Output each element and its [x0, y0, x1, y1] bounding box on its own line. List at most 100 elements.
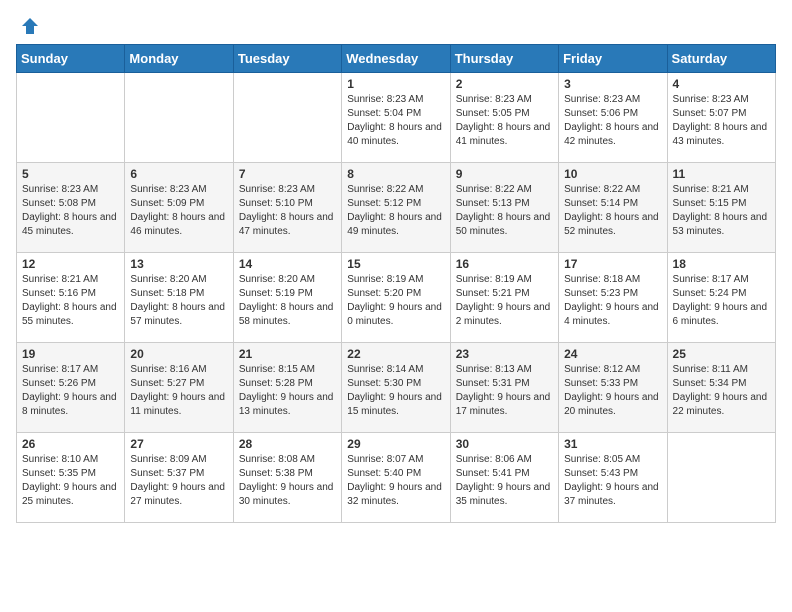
day-info: Sunrise: 8:06 AMSunset: 5:41 PMDaylight:… — [456, 453, 553, 509]
calendar-cell: 28 Sunrise: 8:08 AMSunset: 5:38 PMDayligh… — [233, 433, 341, 523]
calendar-cell: 1 Sunrise: 8:23 AMSunset: 5:04 PMDaylight… — [342, 73, 450, 163]
calendar-cell: 6 Sunrise: 8:23 AMSunset: 5:09 PMDaylight… — [125, 163, 233, 253]
calendar-cell — [233, 73, 341, 163]
calendar-week-row: 12 Sunrise: 8:21 AMSunset: 5:16 PMDayligh… — [17, 253, 776, 343]
day-number: 30 — [456, 437, 553, 451]
calendar-cell: 9 Sunrise: 8:22 AMSunset: 5:13 PMDaylight… — [450, 163, 558, 253]
calendar-cell: 19 Sunrise: 8:17 AMSunset: 5:26 PMDayligh… — [17, 343, 125, 433]
calendar-cell: 13 Sunrise: 8:20 AMSunset: 5:18 PMDayligh… — [125, 253, 233, 343]
calendar-week-row: 19 Sunrise: 8:17 AMSunset: 5:26 PMDayligh… — [17, 343, 776, 433]
calendar-cell: 15 Sunrise: 8:19 AMSunset: 5:20 PMDayligh… — [342, 253, 450, 343]
day-info: Sunrise: 8:23 AMSunset: 5:10 PMDaylight:… — [239, 183, 336, 239]
calendar-cell: 25Sunrise: 8:11 AMSunset: 5:34 PMDayligh… — [667, 343, 775, 433]
day-number: 19 — [22, 347, 119, 361]
day-number: 5 — [22, 167, 119, 181]
day-info: Sunrise: 8:22 AMSunset: 5:12 PMDaylight:… — [347, 183, 444, 239]
day-number: 9 — [456, 167, 553, 181]
day-number: 31 — [564, 437, 661, 451]
day-number: 2 — [456, 77, 553, 91]
calendar-cell: 18 Sunrise: 8:17 AMSunset: 5:24 PMDayligh… — [667, 253, 775, 343]
page-header — [16, 16, 776, 36]
calendar-cell: 4 Sunrise: 8:23 AMSunset: 5:07 PMDaylight… — [667, 73, 775, 163]
calendar-cell: 11 Sunrise: 8:21 AMSunset: 5:15 PMDayligh… — [667, 163, 775, 253]
day-info: Sunrise: 8:10 AMSunset: 5:35 PMDaylight:… — [22, 453, 119, 509]
day-info: Sunrise: 8:18 AMSunset: 5:23 PMDaylight:… — [564, 273, 661, 329]
day-number: 28 — [239, 437, 336, 451]
day-info: Sunrise: 8:23 AMSunset: 5:05 PMDaylight:… — [456, 93, 553, 149]
day-info: Sunrise: 8:23 AMSunset: 5:04 PMDaylight:… — [347, 93, 444, 149]
calendar-cell: 31Sunrise: 8:05 AMSunset: 5:43 PMDayligh… — [559, 433, 667, 523]
day-number: 25 — [673, 347, 770, 361]
calendar-cell: 27 Sunrise: 8:09 AMSunset: 5:37 PMDayligh… — [125, 433, 233, 523]
day-number: 27 — [130, 437, 227, 451]
header-tuesday: Tuesday — [233, 45, 341, 73]
day-number: 20 — [130, 347, 227, 361]
header-wednesday: Wednesday — [342, 45, 450, 73]
day-info: Sunrise: 8:09 AMSunset: 5:37 PMDaylight:… — [130, 453, 227, 509]
day-number: 17 — [564, 257, 661, 271]
header-thursday: Thursday — [450, 45, 558, 73]
day-number: 22 — [347, 347, 444, 361]
calendar-cell: 3 Sunrise: 8:23 AMSunset: 5:06 PMDaylight… — [559, 73, 667, 163]
day-info: Sunrise: 8:20 AMSunset: 5:18 PMDaylight:… — [130, 273, 227, 329]
header-sunday: Sunday — [17, 45, 125, 73]
day-info: Sunrise: 8:08 AMSunset: 5:38 PMDaylight:… — [239, 453, 336, 509]
calendar-cell: 30 Sunrise: 8:06 AMSunset: 5:41 PMDayligh… — [450, 433, 558, 523]
day-number: 15 — [347, 257, 444, 271]
logo-icon — [20, 16, 40, 36]
day-info: Sunrise: 8:22 AMSunset: 5:13 PMDaylight:… — [456, 183, 553, 239]
day-number: 11 — [673, 167, 770, 181]
calendar-cell: 21Sunrise: 8:15 AMSunset: 5:28 PMDayligh… — [233, 343, 341, 433]
day-number: 1 — [347, 77, 444, 91]
calendar-cell: 8 Sunrise: 8:22 AMSunset: 5:12 PMDaylight… — [342, 163, 450, 253]
calendar-cell: 17 Sunrise: 8:18 AMSunset: 5:23 PMDayligh… — [559, 253, 667, 343]
day-number: 10 — [564, 167, 661, 181]
calendar-week-row: 5 Sunrise: 8:23 AMSunset: 5:08 PMDaylight… — [17, 163, 776, 253]
calendar-cell: 7Sunrise: 8:23 AMSunset: 5:10 PMDaylight… — [233, 163, 341, 253]
day-info: Sunrise: 8:23 AMSunset: 5:06 PMDaylight:… — [564, 93, 661, 149]
day-number: 3 — [564, 77, 661, 91]
day-info: Sunrise: 8:07 AMSunset: 5:40 PMDaylight:… — [347, 453, 444, 509]
day-info: Sunrise: 8:17 AMSunset: 5:26 PMDaylight:… — [22, 363, 119, 419]
logo — [16, 16, 40, 36]
day-info: Sunrise: 8:19 AMSunset: 5:21 PMDaylight:… — [456, 273, 553, 329]
calendar-cell: 22 Sunrise: 8:14 AMSunset: 5:30 PMDayligh… — [342, 343, 450, 433]
calendar-cell: 14 Sunrise: 8:20 AMSunset: 5:19 PMDayligh… — [233, 253, 341, 343]
day-number: 26 — [22, 437, 119, 451]
day-info: Sunrise: 8:22 AMSunset: 5:14 PMDaylight:… — [564, 183, 661, 239]
calendar-cell — [667, 433, 775, 523]
day-info: Sunrise: 8:17 AMSunset: 5:24 PMDaylight:… — [673, 273, 770, 329]
day-info: Sunrise: 8:20 AMSunset: 5:19 PMDaylight:… — [239, 273, 336, 329]
day-number: 12 — [22, 257, 119, 271]
day-info: Sunrise: 8:21 AMSunset: 5:16 PMDaylight:… — [22, 273, 119, 329]
calendar-cell — [125, 73, 233, 163]
calendar-cell: 5 Sunrise: 8:23 AMSunset: 5:08 PMDaylight… — [17, 163, 125, 253]
calendar-table: SundayMondayTuesdayWednesdayThursdayFrid… — [16, 44, 776, 523]
day-number: 29 — [347, 437, 444, 451]
day-number: 16 — [456, 257, 553, 271]
day-info: Sunrise: 8:14 AMSunset: 5:30 PMDaylight:… — [347, 363, 444, 419]
day-number: 8 — [347, 167, 444, 181]
day-number: 13 — [130, 257, 227, 271]
day-number: 23 — [456, 347, 553, 361]
calendar-cell: 2 Sunrise: 8:23 AMSunset: 5:05 PMDaylight… — [450, 73, 558, 163]
day-number: 6 — [130, 167, 227, 181]
day-info: Sunrise: 8:23 AMSunset: 5:08 PMDaylight:… — [22, 183, 119, 239]
day-info: Sunrise: 8:12 AMSunset: 5:33 PMDaylight:… — [564, 363, 661, 419]
day-number: 4 — [673, 77, 770, 91]
day-info: Sunrise: 8:23 AMSunset: 5:07 PMDaylight:… — [673, 93, 770, 149]
calendar-cell: 16 Sunrise: 8:19 AMSunset: 5:21 PMDayligh… — [450, 253, 558, 343]
day-info: Sunrise: 8:21 AMSunset: 5:15 PMDaylight:… — [673, 183, 770, 239]
day-info: Sunrise: 8:19 AMSunset: 5:20 PMDaylight:… — [347, 273, 444, 329]
day-info: Sunrise: 8:23 AMSunset: 5:09 PMDaylight:… — [130, 183, 227, 239]
calendar-cell: 10 Sunrise: 8:22 AMSunset: 5:14 PMDayligh… — [559, 163, 667, 253]
day-number: 14 — [239, 257, 336, 271]
header-monday: Monday — [125, 45, 233, 73]
calendar-week-row: 1 Sunrise: 8:23 AMSunset: 5:04 PMDaylight… — [17, 73, 776, 163]
calendar-cell: 24Sunrise: 8:12 AMSunset: 5:33 PMDayligh… — [559, 343, 667, 433]
day-info: Sunrise: 8:16 AMSunset: 5:27 PMDaylight:… — [130, 363, 227, 419]
calendar-week-row: 26 Sunrise: 8:10 AMSunset: 5:35 PMDayligh… — [17, 433, 776, 523]
header-friday: Friday — [559, 45, 667, 73]
day-number: 18 — [673, 257, 770, 271]
calendar-cell: 26 Sunrise: 8:10 AMSunset: 5:35 PMDayligh… — [17, 433, 125, 523]
